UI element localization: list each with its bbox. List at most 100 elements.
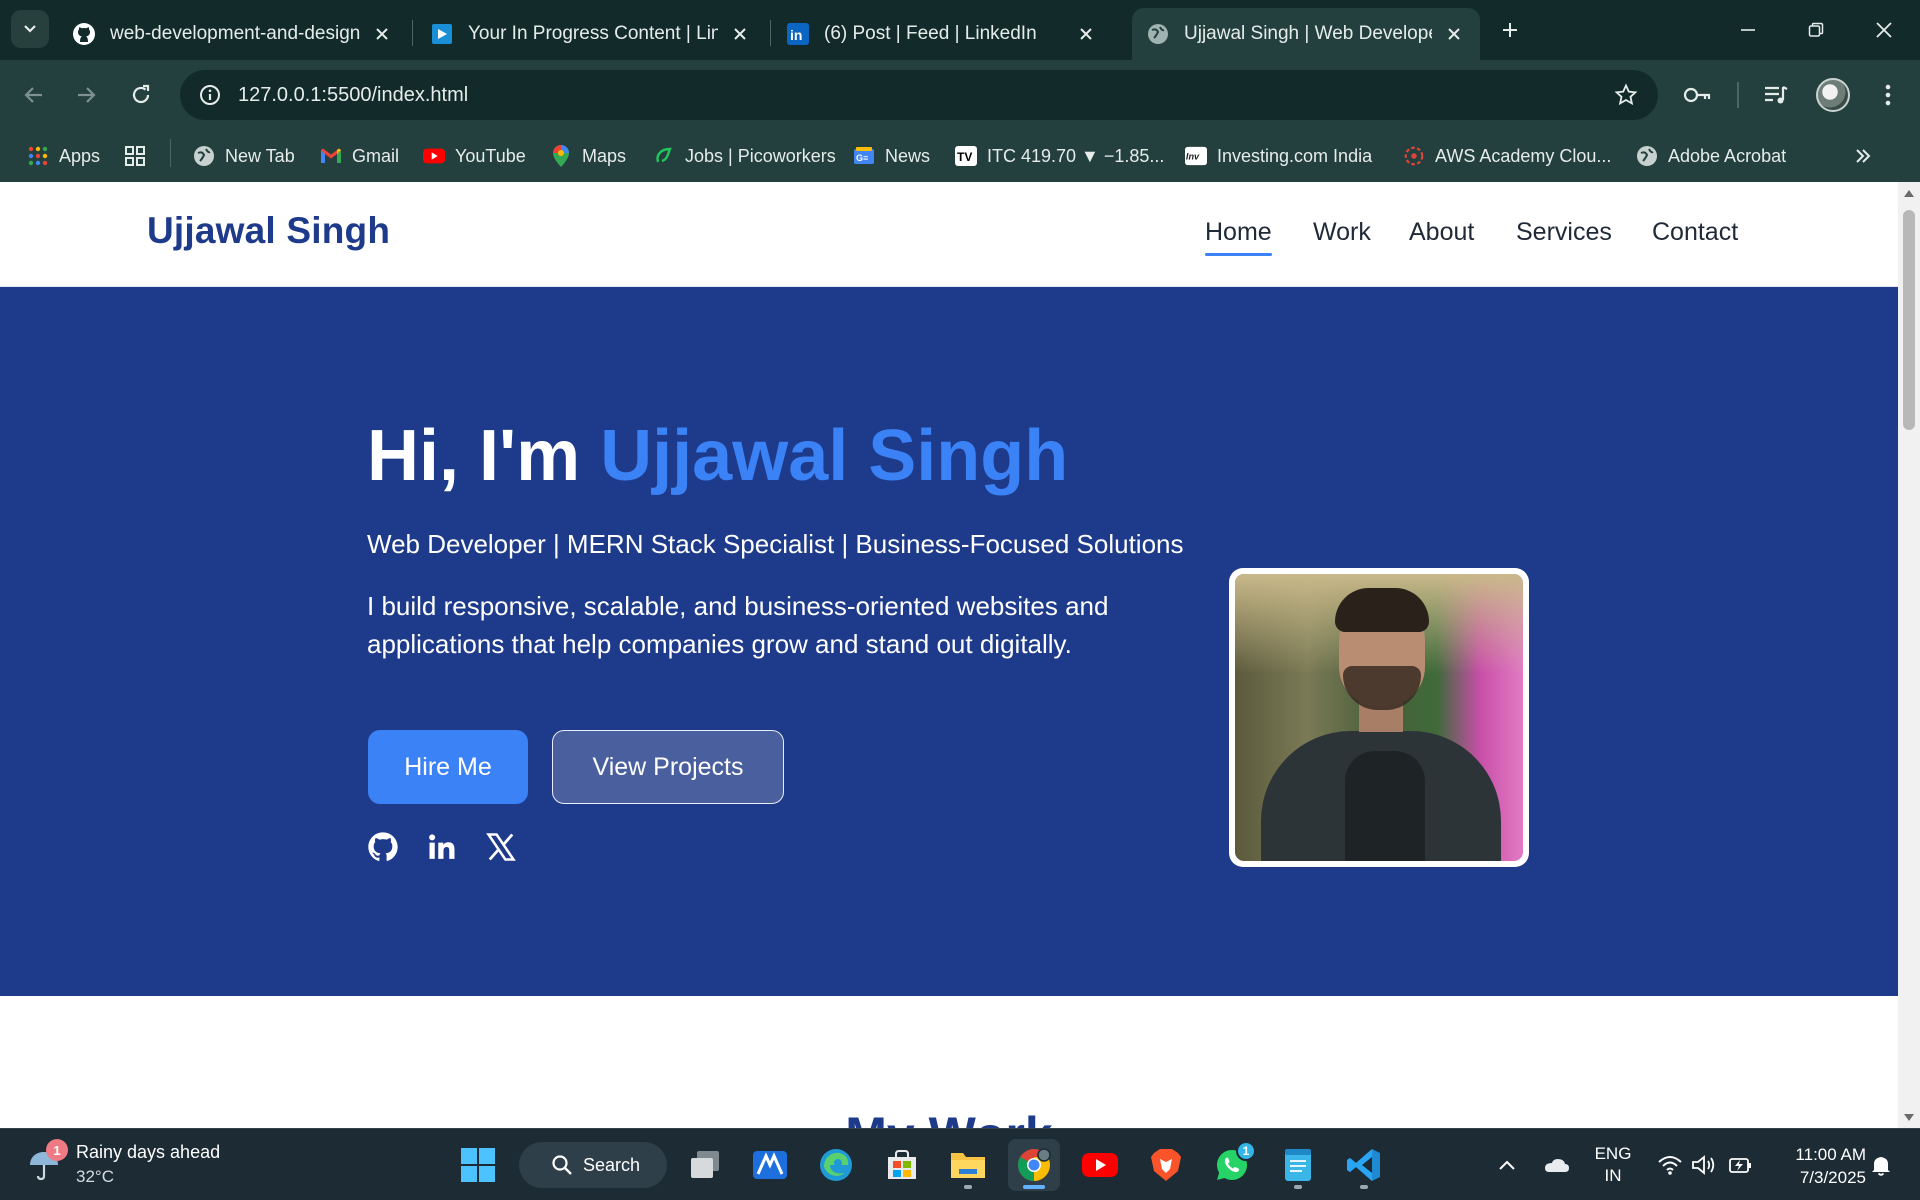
close-tab-icon[interactable] — [370, 22, 394, 46]
taskbar-app-vscode[interactable] — [1338, 1139, 1390, 1191]
url-text[interactable]: 127.0.0.1:5500/index.html — [238, 84, 468, 107]
taskbar-app-store[interactable] — [876, 1139, 928, 1191]
taskbar-app-chrome[interactable] — [1008, 1139, 1060, 1191]
bookmark-adobe-acrobat[interactable]: Adobe Acrobat — [1636, 140, 1786, 172]
weather-title: Rainy days ahead — [76, 1142, 221, 1162]
toolbar-separator — [1737, 82, 1739, 108]
taskbar-app-youtube[interactable] — [1074, 1139, 1126, 1191]
bookmark-label: Adobe Acrobat — [1668, 145, 1787, 166]
input-language-indicator[interactable]: ENG IN — [1591, 1143, 1635, 1187]
bookmark-label: News — [885, 145, 931, 166]
linkedin-icon[interactable] — [425, 830, 459, 864]
back-button[interactable] — [14, 75, 54, 115]
cloud-icon — [1545, 1159, 1569, 1172]
bookmark-gmail[interactable]: Gmail — [320, 140, 399, 172]
bookmark-news[interactable]: G≡ News — [853, 140, 930, 172]
task-view-button[interactable] — [679, 1139, 731, 1191]
tab-github[interactable]: web-development-and-design- — [58, 8, 408, 60]
search-icon — [552, 1155, 572, 1175]
running-indicator — [964, 1185, 972, 1189]
battery-charging-icon — [1729, 1158, 1751, 1173]
show-hidden-icons-button[interactable] — [1492, 1147, 1522, 1183]
chrome-menu-button[interactable] — [1868, 75, 1908, 115]
tab-linkedin-feed[interactable]: in (6) Post | Feed | LinkedIn — [772, 8, 1112, 60]
wifi-tray-icon[interactable] — [1655, 1147, 1685, 1183]
view-projects-button[interactable]: View Projects — [552, 730, 784, 804]
nav-contact[interactable]: Contact — [1652, 218, 1738, 247]
taskbar-app-file-explorer[interactable] — [942, 1139, 994, 1191]
youtube-icon — [1082, 1153, 1118, 1177]
taskbar-app-whatsapp[interactable]: 1 — [1206, 1139, 1258, 1191]
site-info-icon[interactable] — [184, 70, 236, 120]
reload-icon — [132, 84, 150, 104]
address-bar[interactable]: 127.0.0.1:5500/index.html — [180, 70, 1658, 120]
reload-button[interactable] — [121, 75, 161, 115]
tab-search-button[interactable] — [11, 10, 49, 48]
taskbar-app-brave[interactable] — [1140, 1139, 1192, 1191]
apps-grid-icon — [27, 145, 49, 167]
clock-time: 11:00 AM — [1795, 1145, 1866, 1164]
tab-title: web-development-and-design- — [110, 23, 360, 44]
taskbar-search[interactable]: Search — [519, 1142, 667, 1188]
google-news-icon: G≡ — [853, 145, 875, 167]
github-icon — [72, 22, 96, 46]
svg-text:Inv: Inv — [1186, 152, 1200, 162]
chrome-icon — [1018, 1148, 1051, 1181]
close-tab-icon[interactable] — [1442, 22, 1466, 46]
bookmarks-overflow-button[interactable] — [1854, 140, 1872, 172]
bookmark-youtube[interactable]: YouTube — [423, 140, 526, 172]
tab-linkedin-learning[interactable]: Your In Progress Content | Linke — [416, 8, 766, 60]
hero-section: Hi, I'm Ujjawal Singh Web Developer | ME… — [0, 287, 1898, 996]
minimize-icon — [1741, 29, 1755, 31]
minimize-button[interactable] — [1722, 8, 1774, 52]
x-icon[interactable] — [484, 830, 518, 864]
bookmark-aws-academy[interactable]: AWS Academy Clou... — [1403, 140, 1611, 172]
site-logo[interactable]: Ujjawal Singh — [147, 210, 390, 252]
nav-about[interactable]: About — [1409, 218, 1474, 247]
battery-tray-icon[interactable] — [1726, 1147, 1756, 1183]
bookmark-picoworkers[interactable]: Jobs | Picoworkers — [653, 140, 836, 172]
close-tab-icon[interactable] — [1074, 22, 1098, 46]
forward-button[interactable] — [66, 75, 106, 115]
nav-work[interactable]: Work — [1313, 218, 1371, 247]
profile-avatar[interactable] — [1816, 78, 1850, 112]
restore-button[interactable] — [1790, 8, 1842, 52]
bookmark-maps[interactable]: Maps — [550, 140, 626, 172]
onedrive-tray-icon[interactable] — [1541, 1147, 1571, 1183]
bookmark-label: AWS Academy Clou... — [1435, 145, 1612, 166]
tab-portfolio-active[interactable]: Ujjawal Singh | Web Developer | — [1132, 8, 1480, 60]
scroll-up-arrow-icon[interactable] — [1902, 186, 1916, 200]
nav-services[interactable]: Services — [1516, 218, 1612, 247]
maps-pin-icon — [550, 145, 572, 167]
notifications-button[interactable] — [1866, 1147, 1896, 1183]
volume-tray-icon[interactable] — [1689, 1147, 1719, 1183]
taskbar-app-microsoft-ai[interactable] — [744, 1139, 796, 1191]
running-indicator — [1294, 1185, 1302, 1189]
bookmark-tab-groups[interactable] — [124, 140, 156, 172]
bookmark-investing[interactable]: Inv Investing.com India — [1185, 140, 1372, 172]
scroll-down-arrow-icon[interactable] — [1902, 1110, 1916, 1124]
arrow-right-icon — [78, 87, 96, 103]
password-manager-button[interactable] — [1678, 75, 1718, 115]
key-icon — [1683, 87, 1711, 103]
bookmark-star-icon[interactable] — [1614, 83, 1638, 107]
media-controls-button[interactable] — [1756, 75, 1796, 115]
bookmark-new-tab[interactable]: New Tab — [193, 140, 295, 172]
close-window-button[interactable] — [1858, 8, 1910, 52]
github-icon[interactable] — [366, 830, 400, 864]
start-button[interactable] — [452, 1139, 504, 1191]
page-scrollbar[interactable] — [1898, 182, 1920, 1128]
hire-me-button[interactable]: Hire Me — [368, 730, 528, 804]
scrollbar-thumb[interactable] — [1903, 210, 1915, 430]
region-code: IN — [1604, 1166, 1622, 1185]
gmail-icon — [320, 145, 342, 167]
bookmark-apps[interactable]: Apps — [27, 140, 100, 172]
nav-home[interactable]: Home — [1205, 218, 1272, 256]
bookmark-itc-stock[interactable]: TV ITC 419.70 ▼ −1.85... — [955, 140, 1164, 172]
taskbar-app-edge[interactable] — [810, 1139, 862, 1191]
aws-academy-icon — [1403, 145, 1425, 167]
close-tab-icon[interactable] — [728, 22, 752, 46]
system-clock[interactable]: 11:00 AM 7/3/2025 — [1768, 1143, 1866, 1189]
new-tab-button[interactable] — [1494, 14, 1526, 46]
taskbar-app-notepad[interactable] — [1272, 1139, 1324, 1191]
